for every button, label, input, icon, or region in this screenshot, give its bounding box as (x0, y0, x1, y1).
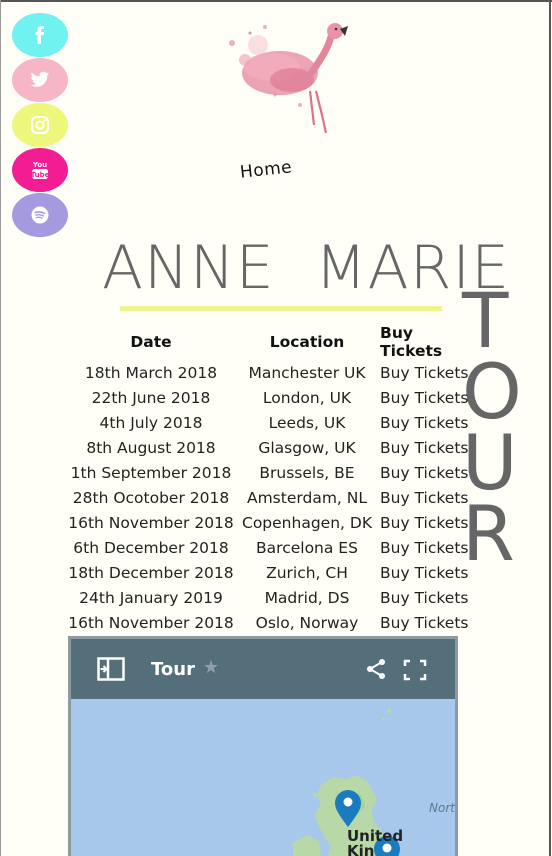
buy-tickets-link[interactable]: Buy Tickets (380, 510, 476, 535)
artist-name: ANNE MARIE (102, 232, 510, 304)
buy-tickets-link[interactable]: Buy Tickets (380, 460, 476, 485)
table-row: 24th January 2019 Madrid, DS Buy Tickets (68, 585, 476, 610)
buy-tickets-link[interactable]: Buy Tickets (380, 485, 476, 510)
table-row: 1th September 2018 Brussels, BE Buy Ticket… (68, 460, 476, 485)
location-cell: Madrid, DS (264, 588, 350, 607)
date-cell: 6th December 2018 (73, 538, 229, 557)
map-title: Tour (151, 659, 195, 680)
date-cell: 16th November 2018 (68, 613, 234, 632)
location-cell: Manchester UK (248, 363, 366, 382)
table-header-row: Date Location Buy Tickets (68, 324, 476, 360)
date-cell: 1th September 2018 (70, 463, 232, 482)
facebook-button[interactable] (12, 13, 68, 57)
star-icon[interactable]: ★ (203, 657, 219, 678)
table-row: 8th August 2018 Glasgow, UK Buy Tickets (68, 435, 476, 460)
location-cell: Brussels, BE (259, 463, 355, 482)
table-row: 16th November 2018 Oslo, Norway Buy Ticket… (68, 610, 476, 635)
facebook-icon (35, 26, 44, 44)
spotify-icon (31, 206, 49, 224)
country-label-line2: Kin (347, 842, 375, 856)
buy-tickets-link[interactable]: Buy Tickets (380, 585, 476, 610)
instagram-button[interactable] (12, 103, 68, 147)
buy-tickets-link[interactable]: Buy Tickets (380, 385, 476, 410)
table-row: 18th December 2018 Zurich, CH Buy Tickets (68, 560, 476, 585)
location-cell: Oslo, Norway (255, 613, 359, 632)
sidebar-toggle-icon[interactable] (97, 657, 125, 681)
share-icon[interactable] (365, 658, 387, 680)
instagram-icon (31, 116, 49, 134)
table-row: 16th November 2018 Copenhagen, DK Buy Tick… (68, 510, 476, 535)
table-row: 4th July 2018 Leeds, UK Buy Tickets (68, 410, 476, 435)
buy-tickets-link[interactable]: Buy Tickets (380, 435, 476, 460)
twitter-icon (30, 71, 50, 87)
date-cell: 28th Ocotober 2018 (72, 488, 230, 507)
left-border (0, 0, 1, 856)
location-cell: Leeds, UK (268, 413, 346, 432)
date-cell: 8th August 2018 (86, 438, 216, 457)
tickets-header: Buy Tickets (380, 324, 443, 360)
sea-label: Nort (429, 801, 455, 815)
fullscreen-icon[interactable] (403, 659, 427, 681)
location-cell: Copenhagen, DK (242, 513, 372, 532)
flamingo-logo (229, 23, 348, 134)
date-cell: 18th March 2018 (84, 363, 218, 382)
youtube-icon: You Tube (31, 161, 49, 179)
buy-tickets-link[interactable]: Buy Tickets (380, 560, 476, 585)
buy-tickets-link[interactable]: Buy Tickets (380, 410, 476, 435)
buy-tickets-link[interactable]: Buy Tickets (380, 535, 476, 560)
tour-map[interactable]: Tour ★ Nort United Kin (68, 636, 458, 856)
svg-text:You: You (32, 161, 47, 169)
home-link[interactable]: Home (239, 157, 293, 182)
table-row: 28th Ocotober 2018 Amsterdam, NL Buy Ticke… (68, 485, 476, 510)
buy-tickets-link[interactable]: Buy Tickets (380, 610, 476, 635)
tour-dates-table: Date Location Buy Tickets 18th March 201… (68, 324, 476, 635)
date-cell: 24th January 2019 (79, 588, 223, 607)
artist-first-name: ANNE (102, 233, 275, 303)
map-header: Tour ★ (71, 639, 455, 699)
table-row: 6th December 2018 Barcelona ES Buy Tickets (68, 535, 476, 560)
location-cell: Amsterdam, NL (246, 488, 367, 507)
date-cell: 22th June 2018 (91, 388, 211, 407)
spotify-button[interactable] (12, 193, 68, 237)
table-row: 18th March 2018 Manchester UK Buy Tickets (68, 360, 476, 385)
location-cell: London, UK (262, 388, 352, 407)
buy-tickets-link[interactable]: Buy Tickets (380, 360, 476, 385)
country-label: United Kin (347, 829, 403, 856)
location-cell: Glasgow, UK (258, 438, 356, 457)
location-header: Location (269, 333, 345, 351)
youtube-button[interactable]: You Tube (12, 148, 68, 192)
title-underline (120, 306, 442, 311)
date-cell: 16th November 2018 (68, 513, 234, 532)
location-cell: Zurich, CH (266, 563, 348, 582)
svg-text:Tube: Tube (31, 171, 49, 179)
date-cell: 4th July 2018 (99, 413, 203, 432)
table-row: 22th June 2018 London, UK Buy Tickets (68, 385, 476, 410)
location-cell: Barcelona ES (256, 538, 358, 557)
date-header: Date (130, 333, 172, 351)
date-cell: 18th December 2018 (68, 563, 234, 582)
twitter-button[interactable] (12, 58, 68, 102)
top-border (0, 0, 552, 2)
